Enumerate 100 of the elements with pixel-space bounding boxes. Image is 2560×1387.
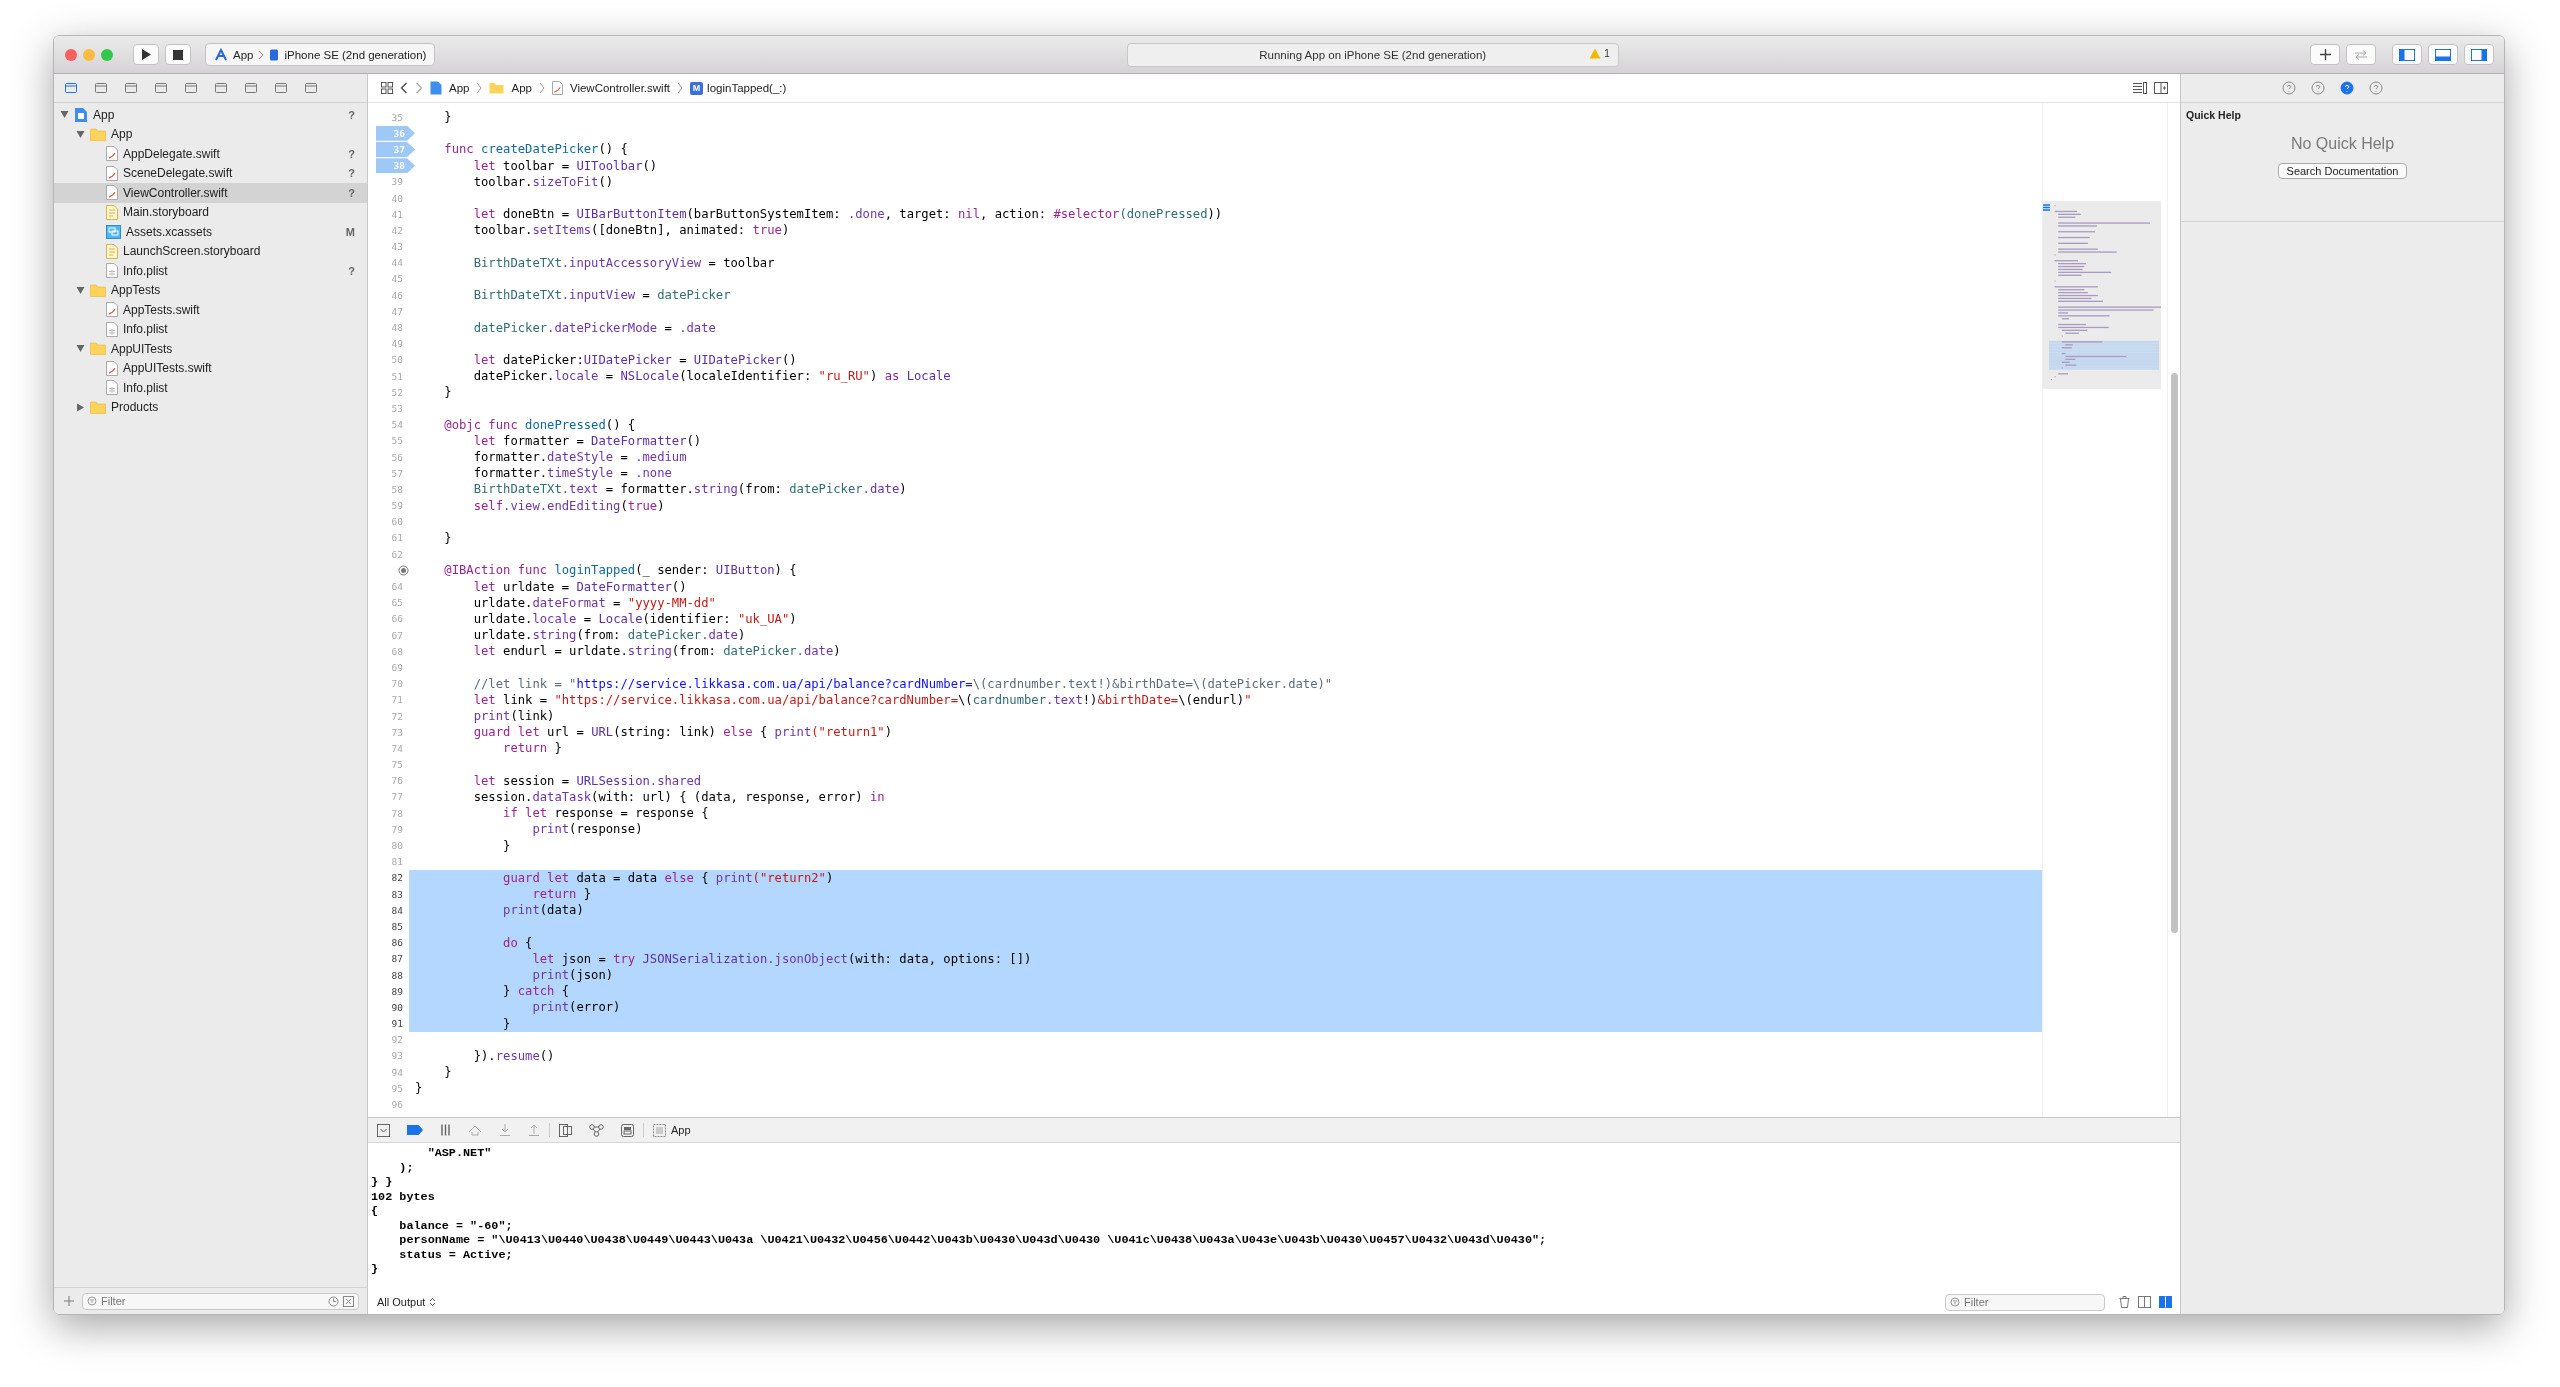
empty-message: No Quick Help: [2290, 135, 2395, 153]
navigator-row[interactable]: AppUITests.swift: [54, 358, 367, 378]
navigator-row[interactable]: Assets.xcassets M: [54, 222, 367, 242]
navigator-row[interactable]: App: [54, 124, 367, 144]
run-button[interactable]: [133, 44, 159, 65]
navigator-row[interactable]: AppTests: [54, 280, 367, 300]
navigator-row[interactable]: App ?: [54, 105, 367, 125]
breadcrumb-item[interactable]: App: [511, 82, 532, 94]
navigator-row[interactable]: Info.plist: [54, 378, 367, 398]
code-line: toolbar.setItems([doneBtn], animated: true): [472, 222, 791, 239]
inspector-toggle[interactable]: [2464, 44, 2494, 65]
breadcrumb-item[interactable]: App: [449, 82, 470, 94]
back-icon[interactable]: [400, 82, 408, 94]
navigator-toggle[interactable]: [2392, 44, 2422, 65]
navigator-row[interactable]: AppDelegate.swift ?: [54, 144, 367, 164]
editor-options-icon[interactable]: [2133, 82, 2147, 94]
line-number: 60: [391, 516, 404, 528]
breadcrumb-item[interactable]: ViewController.swift: [569, 82, 671, 94]
code-line: urldate.dateFormat = "yyyy-MM-dd": [472, 594, 717, 611]
forward-icon[interactable]: [415, 82, 423, 94]
console-view-toggle[interactable]: [2159, 1296, 2172, 1308]
navigator-row[interactable]: ViewController.swift ?: [54, 183, 367, 203]
navigator-row[interactable]: Main.storyboard: [54, 202, 367, 222]
related-items-icon[interactable]: [381, 82, 393, 94]
navigator-row[interactable]: Info.plist: [54, 319, 367, 339]
line-number: 53: [391, 402, 404, 414]
step-into-icon[interactable]: [499, 1124, 511, 1136]
line-number: 50: [391, 354, 404, 366]
scheme-target[interactable]: App: [233, 48, 254, 61]
navigator-row[interactable]: AppTests.swift: [54, 300, 367, 320]
swap-arrows-icon: [2354, 49, 2368, 60]
add-icon[interactable]: [64, 1296, 74, 1306]
pause-icon[interactable]: [440, 1124, 451, 1136]
line-number: 46: [391, 289, 404, 301]
line-number: 40: [391, 192, 404, 204]
library-button[interactable]: [2310, 44, 2340, 65]
line-number: 68: [391, 645, 404, 657]
line-number: 52: [391, 386, 404, 398]
scheme-selector[interactable]: App iPhone SE (2nd generation): [205, 43, 436, 66]
breadcrumb-item[interactable]: loginTapped(_:): [707, 82, 787, 94]
variables-view-toggle[interactable]: [2138, 1296, 2151, 1308]
step-over-icon[interactable]: [468, 1124, 482, 1136]
split-editor-icon[interactable]: [2154, 82, 2168, 94]
file-name: App: [93, 107, 115, 122]
navigator-row[interactable]: Products: [54, 397, 367, 417]
output-mode-selector[interactable]: All Output: [377, 1296, 426, 1308]
line-number: 86: [391, 937, 404, 949]
stop-button[interactable]: [165, 44, 191, 65]
console-line: }: [371, 1262, 380, 1277]
navigator-row[interactable]: Info.plist ?: [54, 261, 367, 281]
trash-icon[interactable]: [2119, 1296, 2130, 1308]
memory-graph-icon[interactable]: [589, 1123, 604, 1137]
console-filter-field[interactable]: Filter: [1945, 1293, 2105, 1311]
navigator-row[interactable]: SceneDelegate.swift ?: [54, 163, 367, 183]
hide-debug-icon[interactable]: [377, 1123, 390, 1137]
line-number: 85: [391, 920, 404, 932]
help-icon[interactable]: [2340, 81, 2354, 95]
scrollbar-thumb[interactable]: [2171, 373, 2178, 933]
code-line: let endurl = urldate.string(from: datePicker.date): [472, 643, 842, 660]
view-hierarchy-icon[interactable]: [559, 1123, 572, 1137]
disclosure-triangle[interactable]: [76, 285, 85, 295]
process-name[interactable]: App: [671, 1124, 691, 1136]
file-name: Info.plist: [123, 380, 168, 395]
step-out-icon[interactable]: [528, 1124, 540, 1136]
line-number: 82: [391, 872, 404, 884]
file-name: Main.storyboard: [123, 205, 210, 220]
code-line: toolbar.sizeToFit(): [472, 173, 615, 190]
navigator-row[interactable]: LaunchScreen.storyboard: [54, 241, 367, 261]
disclosure-triangle[interactable]: [76, 344, 85, 354]
navigator-row[interactable]: AppUITests: [54, 339, 367, 359]
disclosure-triangle[interactable]: [76, 402, 85, 412]
debug-area-toggle[interactable]: [2428, 44, 2458, 65]
disclosure-triangle[interactable]: [76, 129, 85, 139]
outlet-connection-icon[interactable]: [398, 564, 409, 576]
code-line: let datePicker:UIDatePicker = UIDatePicker(): [472, 351, 798, 368]
code-line: print(link): [472, 708, 556, 725]
line-number: 38: [375, 158, 415, 174]
play-icon: [140, 48, 152, 61]
breakpoints-toggle[interactable]: [407, 1125, 423, 1135]
source-status: ?: [348, 264, 355, 277]
warning-count[interactable]: 1: [1604, 47, 1610, 59]
console-line: } }: [371, 1175, 394, 1190]
close-button[interactable]: [65, 48, 77, 61]
plus-icon: [2319, 49, 2331, 60]
disclosure-triangle[interactable]: [60, 110, 69, 120]
code-line: datePicker.locale = NSLocale(localeIdentifier: "ru_RU") as Locale: [472, 368, 952, 385]
console-line: {: [371, 1204, 380, 1219]
code-line: session.dataTask(with: url) { (data, response, error) in: [472, 788, 886, 806]
filter-field[interactable]: Filter: [82, 1292, 359, 1310]
line-number: 67: [391, 629, 404, 641]
file-name: Info.plist: [123, 322, 168, 337]
plist-file-icon: [106, 263, 118, 279]
chevron-icon: [538, 82, 545, 94]
search-documentation-button[interactable]: Search Documentation: [2277, 163, 2408, 179]
line-number: 73: [391, 726, 404, 738]
environment-icon[interactable]: [621, 1123, 634, 1137]
line-number: 87: [391, 953, 404, 965]
updown-chevron-icon[interactable]: [429, 1297, 437, 1307]
device-name[interactable]: iPhone SE (2nd generation): [284, 48, 427, 61]
code-line: formatter.timeStyle = .none: [472, 465, 673, 482]
